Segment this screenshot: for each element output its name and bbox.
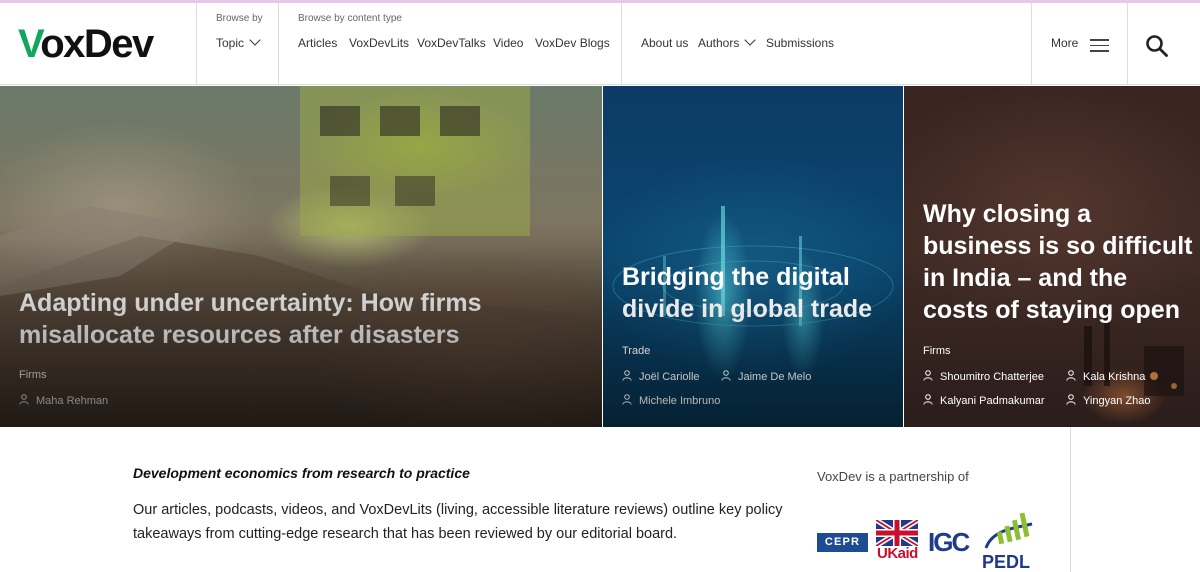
hero-article-category[interactable]: Firms: [923, 345, 951, 357]
author-link[interactable]: Michele Imbruno: [622, 393, 720, 407]
uk-flag-icon: [876, 520, 918, 546]
authors-dropdown[interactable]: Authors: [698, 34, 757, 50]
pedl-bars-icon: [984, 512, 1033, 549]
author-link[interactable]: Joël Cariolle: [622, 369, 700, 383]
author-link[interactable]: Kala Krishna: [1066, 369, 1145, 383]
hero-article-card[interactable]: Adapting under uncertainty: How firms mi…: [0, 86, 602, 427]
chevron-down-icon: [249, 34, 261, 46]
nav-voxdev-blogs[interactable]: VoxDev Blogs: [535, 36, 610, 50]
nav-voxdevtalks[interactable]: VoxDevTalks: [417, 36, 486, 50]
site-tagline: Development economics from research to p…: [133, 465, 470, 481]
topic-label: Topic: [216, 36, 245, 50]
person-icon: [19, 394, 29, 405]
more-label: More: [1051, 36, 1079, 50]
more-menu-button[interactable]: More: [1051, 36, 1078, 50]
hero-article-category[interactable]: Trade: [622, 345, 650, 357]
author-link[interactable]: Maha Rehman: [19, 393, 108, 407]
cepr-logo[interactable]: CEPR: [817, 533, 868, 552]
person-icon: [923, 394, 933, 405]
header-divider: [1127, 3, 1128, 85]
nav-submissions[interactable]: Submissions: [766, 36, 834, 50]
author-name: Maha Rehman: [36, 395, 109, 407]
author-name: Joël Cariolle: [639, 371, 700, 383]
person-icon: [923, 370, 933, 381]
person-icon: [622, 370, 632, 381]
partnership-label: VoxDev is a partnership of: [817, 469, 969, 484]
hero-article-category[interactable]: Firms: [19, 369, 47, 381]
igc-logo[interactable]: IGC: [928, 527, 970, 558]
hamburger-icon[interactable]: [1090, 39, 1109, 52]
hero-article-title[interactable]: Bridging the digital divide in global tr…: [622, 261, 892, 325]
chevron-down-icon: [744, 34, 757, 46]
author-name: Kala Krishna: [1083, 371, 1146, 383]
voxdev-logo[interactable]: VoxDev: [18, 21, 154, 67]
hero-article-card[interactable]: Bridging the digital divide in global tr…: [603, 86, 903, 427]
person-icon: [1066, 370, 1076, 381]
search-icon[interactable]: [1145, 34, 1169, 58]
hero-article-title[interactable]: Adapting under uncertainty: How firms mi…: [19, 287, 579, 351]
nav-voxdevlits[interactable]: VoxDevLits: [349, 36, 409, 50]
person-icon: [721, 370, 731, 381]
author-link[interactable]: Kalyani Padmakumar: [923, 393, 1045, 407]
author-name: Jaime De Melo: [738, 371, 812, 383]
logo-letter-v: V: [18, 22, 42, 66]
hero-image-disaster: [0, 86, 602, 427]
topic-dropdown[interactable]: Topic: [216, 34, 261, 50]
site-description: Our articles, podcasts, videos, and VoxD…: [133, 502, 783, 542]
person-icon: [622, 394, 632, 405]
author-name: Michele Imbruno: [639, 395, 721, 407]
author-name: Shoumitro Chatterjee: [940, 371, 1044, 383]
site-header: VoxDev Browse by Topic Browse by content…: [0, 3, 1200, 85]
pedl-text: PEDL: [982, 552, 1031, 572]
author-name: Kalyani Padmakumar: [940, 395, 1045, 407]
hero-image-digital: [612, 206, 894, 327]
section-divider: [1070, 427, 1071, 572]
content-type-label: Browse by content type: [298, 13, 402, 24]
nav-about-us[interactable]: About us: [641, 36, 688, 50]
author-name: Yingyan Zhao: [1083, 395, 1151, 407]
nav-articles[interactable]: Articles: [298, 36, 337, 50]
browse-by-label: Browse by: [216, 13, 263, 24]
hero-article-card[interactable]: Why closing a business is so difficult i…: [904, 86, 1200, 427]
nav-video[interactable]: Video: [493, 36, 523, 50]
author-link[interactable]: Yingyan Zhao: [1066, 393, 1150, 407]
hero-article-title[interactable]: Why closing a business is so difficult i…: [923, 198, 1193, 326]
header-divider: [196, 3, 197, 85]
header-divider: [278, 3, 279, 85]
author-link[interactable]: Jaime De Melo: [721, 369, 811, 383]
logo-text: oxDev: [40, 22, 154, 66]
header-divider: [1031, 3, 1032, 85]
person-icon: [1066, 394, 1076, 405]
author-link[interactable]: Shoumitro Chatterjee: [923, 369, 1044, 383]
header-divider: [621, 3, 622, 85]
authors-label: Authors: [698, 36, 740, 50]
ukaid-text: UKaid: [877, 545, 918, 562]
